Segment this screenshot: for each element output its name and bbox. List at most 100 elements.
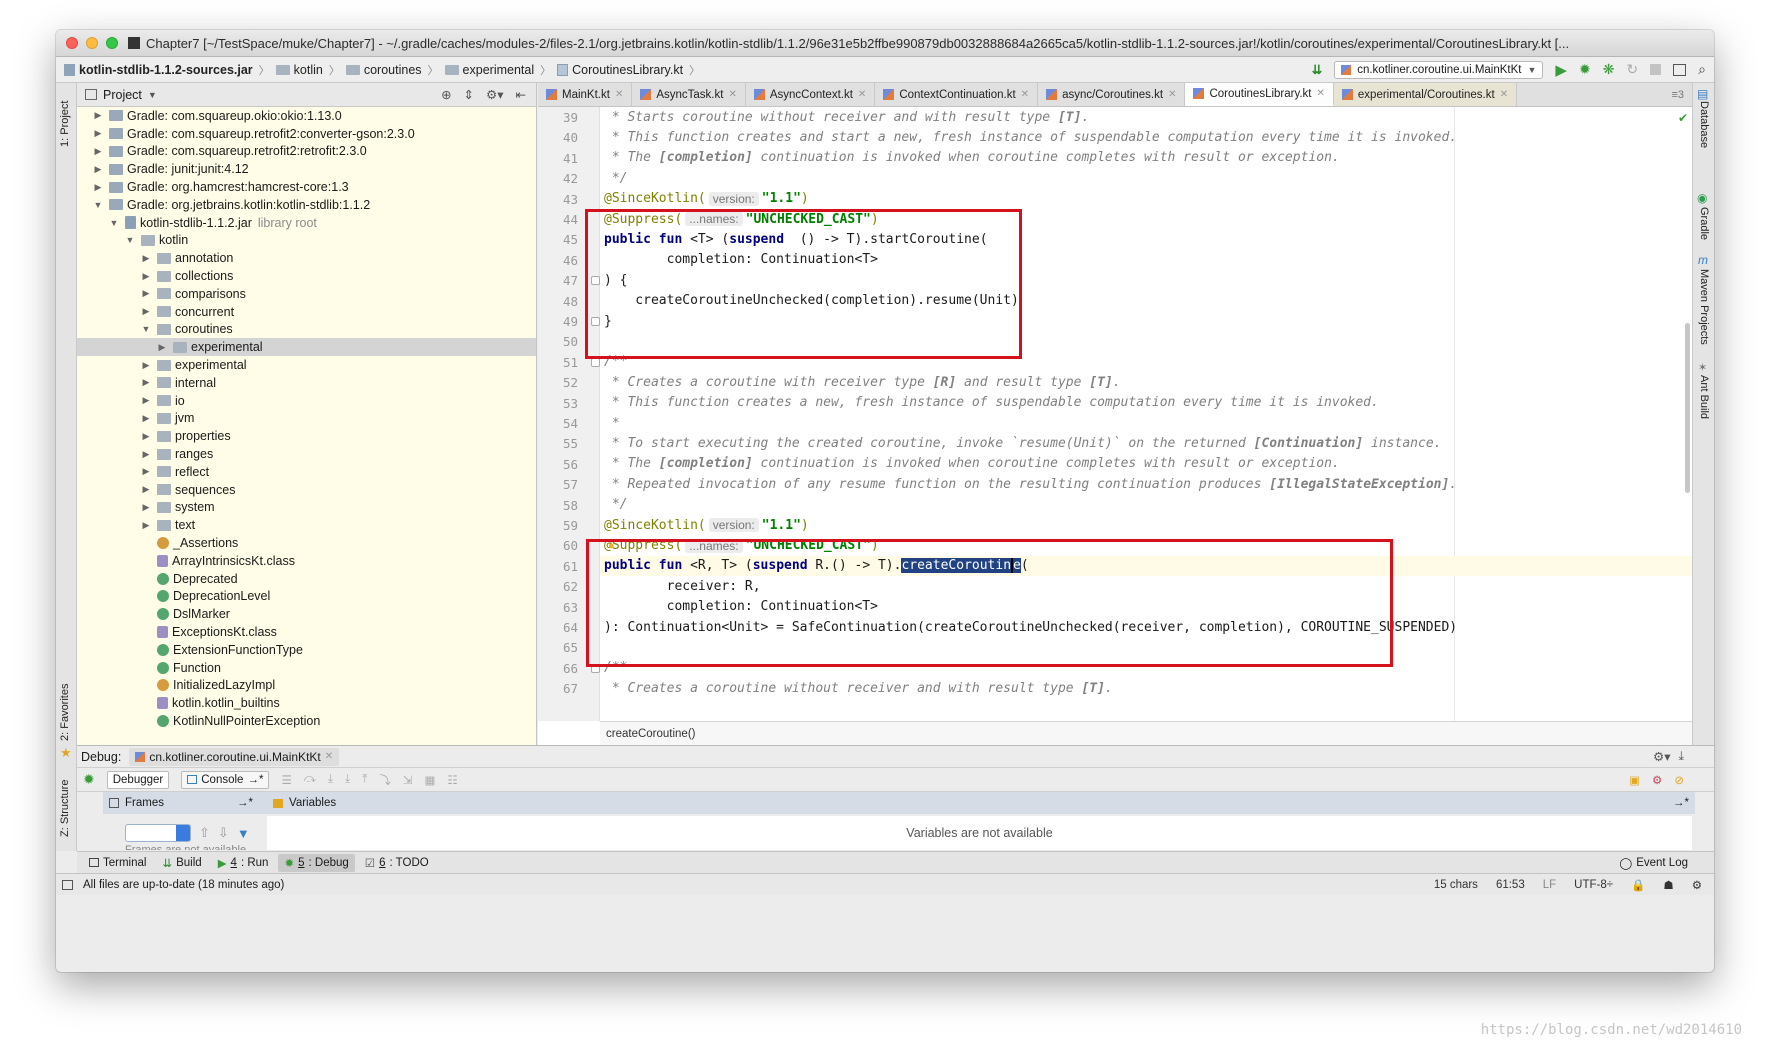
tree-item[interactable]: ExtensionFunctionType — [77, 641, 536, 659]
editor-tab[interactable]: AsyncContext.kt ✕ — [746, 83, 876, 106]
hide-panel-icon[interactable]: ⇤ — [516, 87, 526, 102]
fold-marker-icon[interactable] — [591, 357, 600, 367]
file-encoding[interactable]: UTF-8÷ — [1574, 879, 1613, 891]
chevron-right-icon[interactable]: ▶ — [141, 520, 151, 531]
mute-breakpoints-icon[interactable]: ⊘ — [1674, 773, 1684, 787]
chevron-right-icon[interactable]: ▶ — [141, 484, 151, 495]
crumb-coroutines[interactable]: coroutines — [345, 63, 422, 77]
tree-item[interactable]: DeprecationLevel — [77, 588, 536, 606]
tree-item[interactable]: ▶ Gradle: junit:junit:4.12 — [77, 160, 536, 178]
tree-item[interactable]: ▼ coroutines — [77, 321, 536, 339]
close-icon[interactable]: ✕ — [1021, 89, 1029, 100]
chevron-down-icon[interactable]: ▼ — [125, 235, 135, 245]
editor-tab[interactable]: experimental/Coroutines.kt ✕ — [1333, 83, 1518, 106]
tree-item[interactable]: Function — [77, 659, 536, 677]
editor-tab[interactable]: MainKt.kt ✕ — [538, 83, 633, 106]
close-icon[interactable]: ✕ — [728, 89, 736, 100]
chevron-right-icon[interactable]: ▶ — [93, 164, 103, 175]
tree-item[interactable]: ▶ experimental — [77, 356, 536, 374]
tree-item[interactable]: KotlinNullPointerException — [77, 712, 536, 730]
minimize-window-button[interactable] — [86, 37, 98, 49]
close-icon[interactable]: ✕ — [1168, 89, 1176, 100]
project-structure-icon[interactable] — [1673, 63, 1687, 76]
database-tool-button[interactable]: Database — [1698, 101, 1710, 148]
project-view-select[interactable]: Project — [103, 88, 142, 102]
close-icon[interactable]: ✕ — [325, 751, 333, 762]
project-tool-button[interactable]: 1: Project — [59, 101, 71, 147]
fold-marker-icon[interactable] — [591, 663, 600, 673]
terminal-tool-button[interactable]: Terminal — [83, 855, 152, 871]
editor-vertical-scrollbar[interactable] — [1685, 323, 1690, 493]
code-area[interactable]: * Starts coroutine without receiver and … — [600, 107, 1692, 721]
tree-item[interactable]: ▶ internal — [77, 374, 536, 392]
chevron-right-icon[interactable]: ▶ — [93, 182, 103, 193]
chevron-right-icon[interactable]: ▶ — [141, 271, 151, 282]
caret-position[interactable]: 61:53 — [1496, 879, 1525, 891]
debugger-tab[interactable]: Debugger — [106, 770, 170, 789]
build-tool-button[interactable]: ⇊ Build — [156, 854, 207, 872]
toggle-tool-windows-icon[interactable] — [62, 879, 73, 890]
chevron-right-icon[interactable]: ▶ — [141, 466, 151, 477]
event-log-button[interactable]: ◯ Event Log — [1619, 856, 1714, 870]
console-tab[interactable]: Console →* — [181, 770, 270, 789]
tree-item[interactable]: ▶ text — [77, 516, 536, 534]
settings-icon[interactable]: ⚙ — [1652, 773, 1662, 787]
tree-item[interactable]: ▶ sequences — [77, 481, 536, 499]
tree-item[interactable]: ▼ Gradle: org.jetbrains.kotlin:kotlin-std… — [77, 196, 536, 214]
filter-icon[interactable]: ▼ — [237, 826, 250, 841]
gear-icon[interactable]: ⚙▾ — [1653, 749, 1670, 764]
lock-icon[interactable]: 🔒 — [1631, 878, 1645, 892]
crumb-experimental[interactable]: experimental — [444, 63, 534, 77]
chevron-right-icon[interactable]: ▶ — [141, 413, 151, 424]
step-out-icon[interactable]: ⤒ — [362, 773, 367, 786]
favorites-tool-button[interactable]: 2: Favorites — [59, 684, 71, 741]
intention-bulb-icon[interactable]: ● — [608, 540, 615, 552]
tree-item[interactable]: ▶ concurrent — [77, 303, 536, 321]
chevron-right-icon[interactable]: ▶ — [141, 288, 151, 299]
chevron-right-icon[interactable]: ▶ — [141, 306, 151, 317]
collapse-all-icon[interactable]: ⇕ — [464, 87, 474, 102]
debug-icon[interactable]: ✹ — [1579, 61, 1591, 78]
tree-item[interactable]: _Assertions — [77, 534, 536, 552]
arrow-up-icon[interactable]: ⇧ — [199, 825, 210, 841]
todo-tool-button[interactable]: ☑ 6: TODO — [359, 854, 435, 872]
tree-item[interactable]: ArrayIntrinsicsKt.class — [77, 552, 536, 570]
tree-item[interactable]: ▶ Gradle: com.squareup.retrofit2:converte… — [77, 125, 536, 143]
thread-select[interactable] — [125, 824, 191, 842]
trace-icon[interactable]: ☷ — [447, 773, 457, 787]
editor-breadcrumb[interactable]: createCoroutine() — [600, 721, 1692, 745]
search-icon[interactable]: ⌕ — [1698, 61, 1706, 78]
chevron-down-icon[interactable]: ▼ — [148, 90, 157, 100]
tree-item[interactable]: ExceptionsKt.class — [77, 623, 536, 641]
profile-icon[interactable]: ↻ — [1626, 61, 1638, 78]
editor-tab[interactable]: ContextContinuation.kt ✕ — [875, 83, 1039, 106]
debug-session-tab[interactable]: cn.kotliner.coroutine.ui.MainKtKt ✕ — [129, 747, 340, 766]
tree-item[interactable]: ▼ kotlin — [77, 232, 536, 250]
line-separator[interactable]: LF — [1543, 879, 1556, 891]
tree-item[interactable]: ▶ jvm — [77, 410, 536, 428]
coverage-icon[interactable]: ❋ — [1603, 61, 1615, 78]
close-icon[interactable]: ✕ — [858, 89, 866, 100]
chevron-down-icon[interactable]: ▼ — [93, 200, 103, 210]
run-icon[interactable]: ▶ — [1555, 61, 1567, 79]
step-into-icon[interactable]: ⤓ — [328, 773, 333, 786]
run-tool-button[interactable]: ▶ 4: Run — [212, 854, 275, 872]
scroll-from-source-icon[interactable]: ⊕ — [441, 87, 451, 102]
arrow-down-icon[interactable]: ⇩ — [218, 825, 229, 841]
tree-item[interactable]: ▶ ranges — [77, 445, 536, 463]
chevron-right-icon[interactable]: ▶ — [141, 360, 151, 371]
run-configuration-select[interactable]: cn.kotliner.coroutine.ui.MainKtKt ▼ — [1334, 60, 1544, 79]
maven-tool-button[interactable]: Maven Projects — [1698, 269, 1710, 345]
tree-item[interactable]: ▶ io — [77, 392, 536, 410]
build-icon[interactable]: ⇊ — [1312, 62, 1322, 77]
crumb-kotlin[interactable]: kotlin — [275, 63, 323, 77]
tree-item[interactable]: ▶ annotation — [77, 249, 536, 267]
editor-tab[interactable]: async/Coroutines.kt ✕ — [1038, 83, 1186, 106]
chevron-right-icon[interactable]: ▶ — [93, 128, 103, 139]
close-icon[interactable]: ✕ — [615, 89, 623, 100]
chevron-right-icon[interactable]: ▶ — [141, 253, 151, 264]
tree-item[interactable]: kotlin.kotlin_builtins — [77, 694, 536, 712]
tree-item[interactable]: ▶ Gradle: com.squareup.okio:okio:1.13.0 — [77, 107, 536, 125]
evaluate-icon[interactable]: ▦ — [424, 773, 435, 787]
close-icon[interactable]: ✕ — [1500, 89, 1508, 100]
